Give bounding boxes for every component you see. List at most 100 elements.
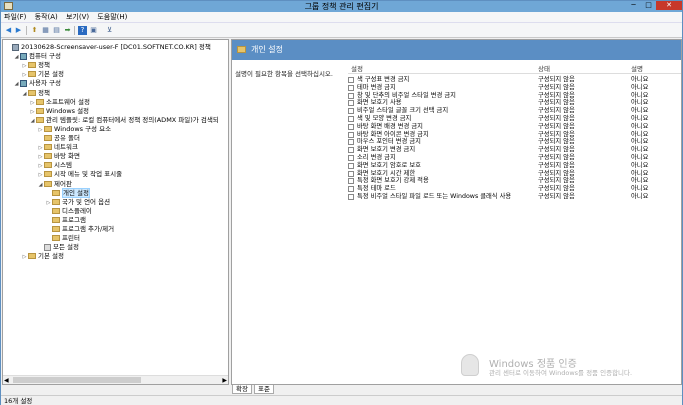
tree-item[interactable]: ◢ 컴퓨터 구성 xyxy=(13,52,61,61)
tree-pane[interactable]: 20130628-Screensaver-user-F [DC01.SOFTNE… xyxy=(2,39,229,385)
details-title: 개인 설정 xyxy=(251,45,283,54)
details-header: 개인 설정 xyxy=(232,40,681,60)
tree-item-label: 프린터 xyxy=(62,234,80,243)
tree-item[interactable]: 프린터 xyxy=(45,234,80,243)
filter-icon[interactable]: ⊻ xyxy=(105,26,114,35)
list-item[interactable]: 특정 비주얼 스타일 파일 로드 또는 Windows 클래식 사용 구성되지 않… xyxy=(348,193,681,201)
maximize-button[interactable]: □ xyxy=(642,1,655,10)
tree-item[interactable]: ▷ 정책 xyxy=(21,61,50,70)
collapse-arrow-icon[interactable]: ◢ xyxy=(21,90,28,99)
tree-item[interactable]: ▷ 시스템 xyxy=(37,161,72,170)
folder-icon xyxy=(52,216,60,223)
tree-item[interactable]: 프로그램 xyxy=(45,216,86,225)
help-icon[interactable]: ? xyxy=(78,26,87,35)
menu-action[interactable]: 동작(A) xyxy=(32,12,61,23)
expand-arrow-icon[interactable]: ▷ xyxy=(21,253,28,262)
menu-view[interactable]: 보기(V) xyxy=(63,12,92,23)
setting-comment: 아니요 xyxy=(631,185,649,193)
list-item[interactable]: 소리 변경 금지 구성되지 않음 아니요 xyxy=(348,154,681,162)
menu-help[interactable]: 도움말(H) xyxy=(94,12,130,23)
key-icon xyxy=(461,354,479,376)
tree-item[interactable]: ▷ 시작 메뉴 및 작업 표시줄 xyxy=(37,170,123,179)
list-item[interactable]: 화면 보호기 변경 금지 구성되지 않음 아니요 xyxy=(348,146,681,154)
close-button[interactable]: ✕ xyxy=(656,1,682,10)
list-item[interactable]: 색 및 모양 변경 금지 구성되지 않음 아니요 xyxy=(348,115,681,123)
tree-item-label: 사용자 구성 xyxy=(29,79,61,88)
tree-item[interactable]: ▷ Windows 구성 요소 xyxy=(37,125,112,134)
up-folder-icon[interactable]: ⬆ xyxy=(30,26,39,35)
list-item[interactable]: 화면 보호기 암호로 보호 구성되지 않음 아니요 xyxy=(348,161,681,170)
show-hide-tree-icon[interactable]: ▦ xyxy=(41,26,50,35)
collapse-arrow-icon[interactable]: ◢ xyxy=(13,53,20,62)
folder-icon xyxy=(44,144,52,151)
tree-item[interactable]: 개인 설정 xyxy=(45,187,90,198)
properties-icon[interactable]: ▤ xyxy=(52,26,61,35)
watermark-subtitle: 관리 센터로 이동하여 Windows를 정품 인증합니다. xyxy=(489,369,633,377)
scroll-thumb[interactable] xyxy=(13,377,141,383)
setting-comment: 아니요 xyxy=(631,83,649,91)
policy-setting-icon xyxy=(348,77,354,83)
tree-item-label: 20130628-Screensaver-user-F [DC01.SOFTNE… xyxy=(21,43,211,51)
settings-icon xyxy=(44,243,51,251)
column-header-setting[interactable]: 설정 xyxy=(351,64,363,74)
policy-setting-icon xyxy=(348,84,354,91)
collapse-arrow-icon[interactable]: ◢ xyxy=(13,80,20,89)
scroll-left-icon[interactable]: ◀ xyxy=(4,376,9,384)
title-bar[interactable]: 그룹 정책 관리 편집기 ─ □ ✕ xyxy=(1,1,682,12)
list-header: 설정 상태 설명 xyxy=(348,64,681,74)
setting-name: 특정 비주얼 스타일 파일 로드 또는 Windows 클래식 사용 xyxy=(357,193,512,200)
tree-item[interactable]: 20130628-Screensaver-user-F [DC01.SOFTNE… xyxy=(5,43,211,52)
tree-item[interactable]: ▷ 바탕 화면 xyxy=(37,152,80,161)
tree-item-label: 기본 설정 xyxy=(38,252,64,261)
tree-item[interactable]: ◢ 정책 xyxy=(21,89,50,98)
setting-state: 구성되지 않음 xyxy=(538,83,575,91)
folder-icon xyxy=(44,125,52,132)
tree-item[interactable]: ▷ 소프트웨어 설정 xyxy=(29,98,90,107)
folder-icon xyxy=(44,135,52,141)
tree-item-label: 정책 xyxy=(38,88,50,97)
tree-item[interactable]: ▷ Windows 설정 xyxy=(29,107,89,116)
column-header-comment[interactable]: 설명 xyxy=(631,64,643,74)
collapse-arrow-icon[interactable]: ◢ xyxy=(29,117,36,126)
tree-item[interactable]: 모든 설정 xyxy=(37,243,79,252)
toolbar: ◀ ▶ ⬆ ▦ ▤ ➡ ? ▣ ⊻ xyxy=(1,23,682,38)
tree-item[interactable]: 프로그램 추가/제거 xyxy=(45,225,114,234)
back-icon[interactable]: ◀ xyxy=(4,26,13,35)
tree-item[interactable]: ▷ 기본 설정 xyxy=(21,70,64,79)
tree-item[interactable]: ▷ 기본 설정 xyxy=(21,252,64,261)
tree-item[interactable]: 공유 폴더 xyxy=(37,134,80,143)
menu-file[interactable]: 파일(F) xyxy=(1,12,29,23)
minimize-button[interactable]: ─ xyxy=(627,1,640,10)
tree-item[interactable]: ▷ 국가 및 언어 옵션 xyxy=(45,198,111,207)
list-item[interactable]: 특정 테마 로드 구성되지 않음 아니요 xyxy=(348,185,681,193)
help-topics-icon[interactable]: ▣ xyxy=(89,26,98,35)
scroll-right-icon[interactable]: ▶ xyxy=(222,376,227,384)
setting-state: 구성되지 않음 xyxy=(538,115,575,122)
list-item[interactable]: 비주얼 스타일 글꼴 크기 선택 금지 구성되지 않음 아니요 xyxy=(348,107,681,115)
tab-standard[interactable]: 표준 xyxy=(254,385,274,394)
list-item[interactable]: 바탕 화면 배경 변경 금지 구성되지 않음 아니요 xyxy=(348,123,681,131)
policy-setting-icon xyxy=(348,147,354,154)
tree-item[interactable]: ▷ 네트워크 xyxy=(37,143,78,152)
tree-item-label: 바탕 화면 xyxy=(54,152,80,161)
setting-state: 구성되지 않음 xyxy=(538,107,575,115)
setting-state: 구성되지 않음 xyxy=(538,154,575,161)
export-icon[interactable]: ➡ xyxy=(63,26,72,35)
tab-extended[interactable]: 확장 xyxy=(232,385,252,394)
tree-item-label: 컴퓨터 구성 xyxy=(29,52,61,61)
collapse-arrow-icon[interactable]: ◢ xyxy=(37,181,44,190)
policy-setting-icon xyxy=(348,108,354,115)
forward-icon[interactable]: ▶ xyxy=(14,26,23,35)
tree-item-label: 관리 템플릿: 로컬 컴퓨터에서 정책 정의(ADMX 파일)가 검색되 xyxy=(46,115,219,124)
list-item[interactable]: 색 구성표 변경 금지 구성되지 않음 아니요 xyxy=(348,76,681,84)
column-header-state[interactable]: 상태 xyxy=(538,64,550,74)
tree-item[interactable]: ◢ 관리 템플릿: 로컬 컴퓨터에서 정책 정의(ADMX 파일)가 검색되 xyxy=(29,116,219,125)
setting-name: 테마 변경 금지 xyxy=(357,83,396,91)
setting-comment: 아니요 xyxy=(631,161,649,169)
tree-item-label: 모든 설정 xyxy=(53,243,79,252)
list-item[interactable]: 테마 변경 금지 구성되지 않음 아니요 xyxy=(348,83,681,92)
horizontal-scrollbar[interactable]: ◀ ▶ xyxy=(3,375,228,384)
tree-item[interactable]: ◢ 사용자 구성 xyxy=(13,79,61,88)
policy-setting-icon xyxy=(348,178,354,185)
tree-item[interactable]: 디스플레이 xyxy=(45,207,92,216)
